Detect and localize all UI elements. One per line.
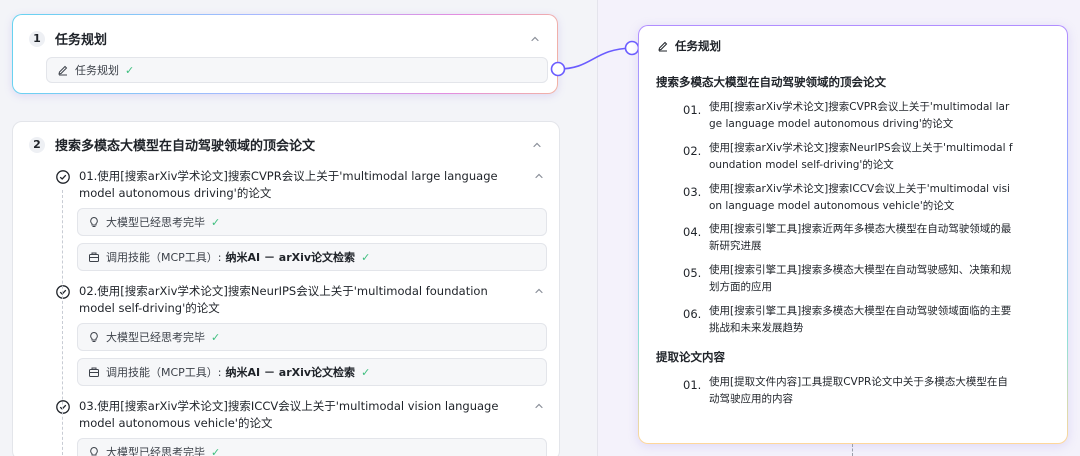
plan-item: 03. 使用[搜索arXiv学术论文]搜索ICCV会议上关于'multimoda… [683, 181, 1015, 215]
check-icon: ✓ [211, 330, 221, 344]
check-circle-icon [56, 170, 70, 184]
edit-pen-icon [658, 41, 668, 52]
plan-item: 06. 使用[搜索引擎工具]搜索多模态大模型在自动驾驶领域面临的主要挑战和未来发… [683, 303, 1015, 337]
task-flow-panel: 1 任务规划 任务规划 ✓ 2 搜索多模态大模型在自动驾驶领域的顶会论文 01.… [0, 0, 597, 456]
plan-item-text: 使用[搜索arXiv学术论文]搜索NeurIPS会议上关于'multimodal… [709, 142, 1013, 171]
plan-item-number: 02. [683, 144, 702, 158]
step-header[interactable]: 2 搜索多模态大模型在自动驾驶领域的顶会论文 [29, 135, 543, 154]
step-header[interactable]: 1 任务规划 [29, 29, 541, 48]
subtask-text: 01.使用[搜索arXiv学术论文]搜索CVPR会议上关于'multimodal… [79, 169, 498, 200]
tool-name: 纳米AI － arXiv论文检索 [225, 251, 356, 264]
plan-item-number: 03. [683, 185, 702, 199]
check-icon: ✓ [361, 250, 371, 264]
tool-call-pill[interactable]: 调用技能（MCP工具）: 纳米AI － arXiv论文检索 ✓ [77, 243, 547, 271]
plan-card-header: 任务规划 [657, 38, 721, 54]
check-circle-icon [56, 285, 70, 299]
plan-item-text: 使用[提取文件内容]工具提取CVPR论文中关于多模态大模型在自动驾驶应用的内容 [709, 376, 1008, 405]
edit-pen-icon [58, 65, 68, 76]
step-title: 搜索多模态大模型在自动驾驶领域的顶会论文 [55, 139, 316, 154]
step-number: 1 [29, 30, 45, 47]
plan-item: 01. 使用[搜索arXiv学术论文]搜索CVPR会议上关于'multimoda… [683, 99, 1015, 133]
plan-item: 01. 使用[提取文件内容]工具提取CVPR论文中关于多模态大模型在自动驾驶应用… [683, 374, 1015, 408]
plan-item-text: 使用[搜索引擎工具]搜索近两年多模态大模型在自动驾驶领域的最新研究进展 [709, 223, 1012, 252]
pill-label: 任务规划 [75, 64, 119, 77]
toolbox-icon [89, 252, 99, 262]
plan-item-number: 05. [683, 266, 702, 280]
plan-item-text: 使用[搜索arXiv学术论文]搜索ICCV会议上关于'multimodal vi… [709, 183, 1010, 212]
plan-item: 05. 使用[搜索引擎工具]搜索多模态大模型在自动驾驶感知、决策和规划方面的应用 [683, 262, 1015, 296]
plan-item-number: 04. [683, 225, 702, 239]
plan-item: 02. 使用[搜索arXiv学术论文]搜索NeurIPS会议上关于'multim… [683, 140, 1015, 174]
tool-prefix: 调用技能（MCP工具）: [106, 251, 222, 264]
task-planning-pill[interactable]: 任务规划 ✓ [46, 57, 548, 83]
chevron-up-icon[interactable] [529, 33, 541, 45]
thinking-label: 大模型已经思考完毕 [106, 216, 205, 229]
step-card-task-planning[interactable]: 1 任务规划 任务规划 ✓ [12, 14, 558, 94]
thinking-label: 大模型已经思考完毕 [106, 446, 205, 456]
plan-item-number: 01. [683, 378, 702, 392]
plan-item-number: 01. [683, 103, 702, 117]
step-card-search-papers[interactable]: 2 搜索多模态大模型在自动驾驶领域的顶会论文 01.使用[搜索arXiv学术论文… [12, 121, 560, 456]
lightbulb-icon [90, 216, 98, 227]
check-icon: ✓ [125, 63, 135, 77]
subtask-row[interactable]: 03.使用[搜索arXiv学术论文]搜索ICCV会议上关于'multimodal… [55, 398, 545, 432]
timeline-connector [62, 190, 63, 456]
thinking-status-pill[interactable]: 大模型已经思考完毕 ✓ [77, 438, 547, 456]
chevron-up-icon[interactable] [533, 285, 545, 297]
subtask-text: 03.使用[搜索arXiv学术论文]搜索ICCV会议上关于'multimodal… [79, 399, 499, 430]
thinking-label: 大模型已经思考完毕 [106, 331, 205, 344]
chevron-up-icon[interactable] [531, 139, 543, 151]
subtask-row[interactable]: 01.使用[搜索arXiv学术论文]搜索CVPR会议上关于'multimodal… [55, 168, 545, 202]
lightbulb-icon [90, 446, 98, 456]
subtask-row[interactable]: 02.使用[搜索arXiv学术论文]搜索NeurIPS会议上关于'multimo… [55, 283, 545, 317]
thinking-status-pill[interactable]: 大模型已经思考完毕 ✓ [77, 323, 547, 351]
chevron-up-icon[interactable] [533, 170, 545, 182]
plan-item-number: 06. [683, 307, 702, 321]
plan-item-text: 使用[搜索引擎工具]搜索多模态大模型在自动驾驶领域面临的主要挑战和未来发展趋势 [709, 305, 1012, 334]
toolbox-icon [89, 367, 99, 377]
plan-section-title: 提取论文内容 [656, 350, 725, 364]
plan-item-text: 使用[搜索引擎工具]搜索多模态大模型在自动驾驶感知、决策和规划方面的应用 [709, 264, 1012, 293]
plan-item-text: 使用[搜索arXiv学术论文]搜索CVPR会议上关于'multimodal la… [709, 101, 1010, 130]
tool-name: 纳米AI － arXiv论文检索 [225, 366, 356, 379]
step-title: 任务规划 [55, 33, 108, 48]
flow-connector [550, 40, 640, 77]
tool-call-pill[interactable]: 调用技能（MCP工具）: 纳米AI － arXiv论文检索 ✓ [77, 358, 547, 386]
check-icon: ✓ [211, 215, 221, 229]
subtask-text: 02.使用[搜索arXiv学术论文]搜索NeurIPS会议上关于'multimo… [79, 284, 488, 315]
check-icon: ✓ [361, 365, 371, 379]
check-circle-icon [56, 400, 70, 414]
lightbulb-icon [90, 331, 98, 342]
plan-item: 04. 使用[搜索引擎工具]搜索近两年多模态大模型在自动驾驶领域的最新研究进展 [683, 221, 1015, 255]
plan-card: 任务规划 搜索多模态大模型在自动驾驶领域的顶会论文 01. 使用[搜索arXiv… [638, 25, 1068, 444]
thinking-status-pill[interactable]: 大模型已经思考完毕 ✓ [77, 208, 547, 236]
flow-connector-bottom [852, 444, 853, 456]
step-number: 2 [29, 136, 45, 153]
tool-prefix: 调用技能（MCP工具）: [106, 366, 222, 379]
chevron-up-icon[interactable] [533, 400, 545, 412]
plan-section-title: 搜索多模态大模型在自动驾驶领域的顶会论文 [656, 75, 886, 89]
plan-card-title: 任务规划 [675, 39, 721, 53]
check-icon: ✓ [211, 445, 221, 456]
